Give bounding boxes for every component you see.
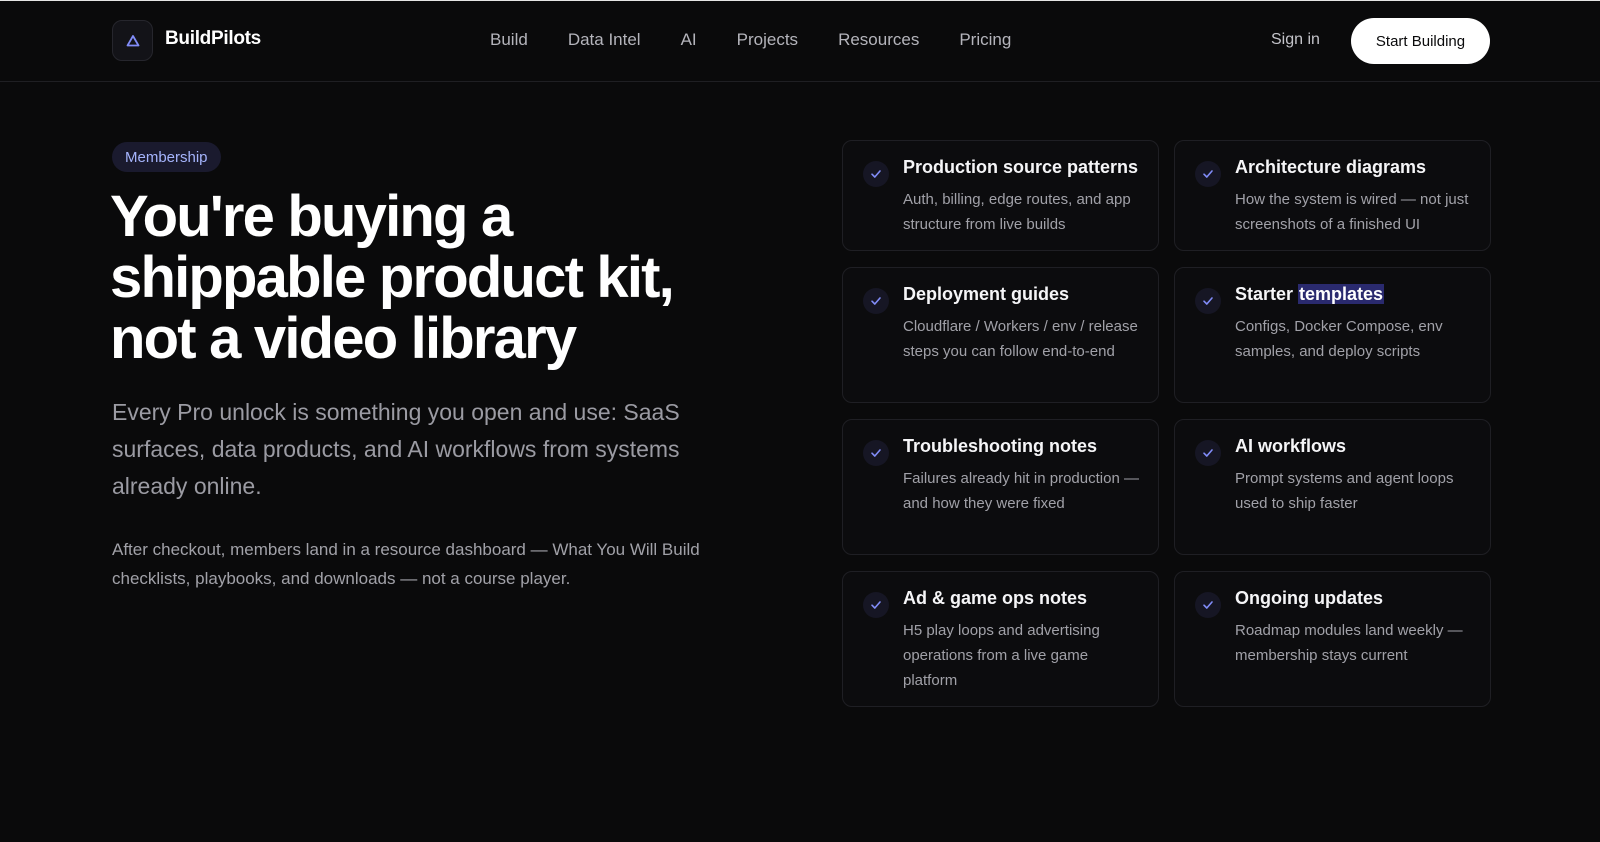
brand-name[interactable]: BuildPilots bbox=[165, 28, 261, 50]
hero-note: After checkout, members land in a resour… bbox=[112, 540, 700, 588]
feature-desc: How the system is wired — not just scree… bbox=[1235, 191, 1469, 233]
nav-item-ai[interactable]: AI bbox=[681, 30, 697, 50]
feature-card-troubleshooting-notes: Troubleshooting notes Failures already h… bbox=[842, 419, 1159, 555]
feature-desc: Failures already hit in production — and… bbox=[903, 470, 1139, 512]
check-icon bbox=[1195, 592, 1221, 618]
feature-card-ongoing-updates: Ongoing updates Roadmap modules land wee… bbox=[1174, 571, 1491, 707]
brand-logo[interactable] bbox=[112, 20, 153, 61]
feature-desc: Cloudflare / Workers / env / release ste… bbox=[903, 318, 1138, 360]
feature-card-ad-game-ops-notes: Ad & game ops notes H5 play loops and ad… bbox=[842, 571, 1159, 707]
feature-card-ai-workflows: AI workflows Prompt systems and agent lo… bbox=[1174, 419, 1491, 555]
feature-title: Ad & game ops notes bbox=[903, 588, 1088, 608]
nav-item-pricing[interactable]: Pricing bbox=[959, 30, 1011, 50]
check-icon bbox=[863, 440, 889, 466]
feature-title: Production source patterns bbox=[903, 157, 1139, 177]
top-edge-line bbox=[0, 0, 1600, 1]
hero-subhead: Every Pro unlock is something you open a… bbox=[112, 399, 680, 499]
membership-badge: Membership bbox=[112, 142, 221, 172]
headline-line: You're buying a bbox=[110, 184, 513, 249]
headline-line: shippable product kit, bbox=[110, 245, 675, 310]
nav-item-data-intel[interactable]: Data Intel bbox=[568, 30, 641, 50]
feature-card-architecture-diagrams: Architecture diagrams How the system is … bbox=[1174, 140, 1491, 251]
check-icon bbox=[863, 592, 889, 618]
feature-desc: Configs, Docker Compose, env samples, an… bbox=[1235, 318, 1443, 360]
start-building-button[interactable]: Start Building bbox=[1351, 18, 1490, 64]
selected-text-highlight: templates bbox=[1298, 284, 1385, 304]
feature-title-prefix: Starter bbox=[1235, 284, 1299, 304]
feature-title: Ongoing updates bbox=[1235, 588, 1383, 608]
triangle-logo-icon bbox=[126, 34, 139, 46]
check-icon bbox=[1195, 288, 1221, 314]
feature-desc: H5 play loops and advertising operations… bbox=[903, 622, 1100, 689]
nav-item-projects[interactable]: Projects bbox=[737, 30, 798, 50]
feature-title: Deployment guides bbox=[903, 284, 1070, 304]
feature-card-deployment-guides: Deployment guides Cloudflare / Workers /… bbox=[842, 267, 1159, 403]
feature-title: AI workflows bbox=[1235, 436, 1347, 456]
feature-title: Starter templates bbox=[1235, 284, 1476, 305]
feature-card-production-source-patterns: Production source patterns Auth, billing… bbox=[842, 140, 1159, 251]
check-icon bbox=[1195, 161, 1221, 187]
top-navigation-bar: BuildPilots Build Data Intel AI Projects… bbox=[0, 0, 1600, 82]
hero-headline: You're buying a shippable product kit, n… bbox=[110, 186, 750, 369]
feature-desc: Auth, billing, edge routes, and app stru… bbox=[903, 191, 1131, 233]
headline-line: not a video library bbox=[110, 306, 577, 371]
feature-desc: Prompt systems and agent loops used to s… bbox=[1235, 470, 1454, 512]
main-nav: Build Data Intel AI Projects Resources P… bbox=[490, 30, 1051, 50]
nav-item-build[interactable]: Build bbox=[490, 30, 528, 50]
check-icon bbox=[863, 161, 889, 187]
feature-desc: Roadmap modules land weekly — membership… bbox=[1235, 622, 1463, 664]
feature-title: Architecture diagrams bbox=[1235, 157, 1427, 177]
nav-item-resources[interactable]: Resources bbox=[838, 30, 919, 50]
feature-card-starter-templates: Starter templates Configs, Docker Compos… bbox=[1174, 267, 1491, 403]
feature-title: Troubleshooting notes bbox=[903, 436, 1097, 456]
check-icon bbox=[1195, 440, 1221, 466]
sign-in-link[interactable]: Sign in bbox=[1271, 31, 1320, 49]
check-icon bbox=[863, 288, 889, 314]
